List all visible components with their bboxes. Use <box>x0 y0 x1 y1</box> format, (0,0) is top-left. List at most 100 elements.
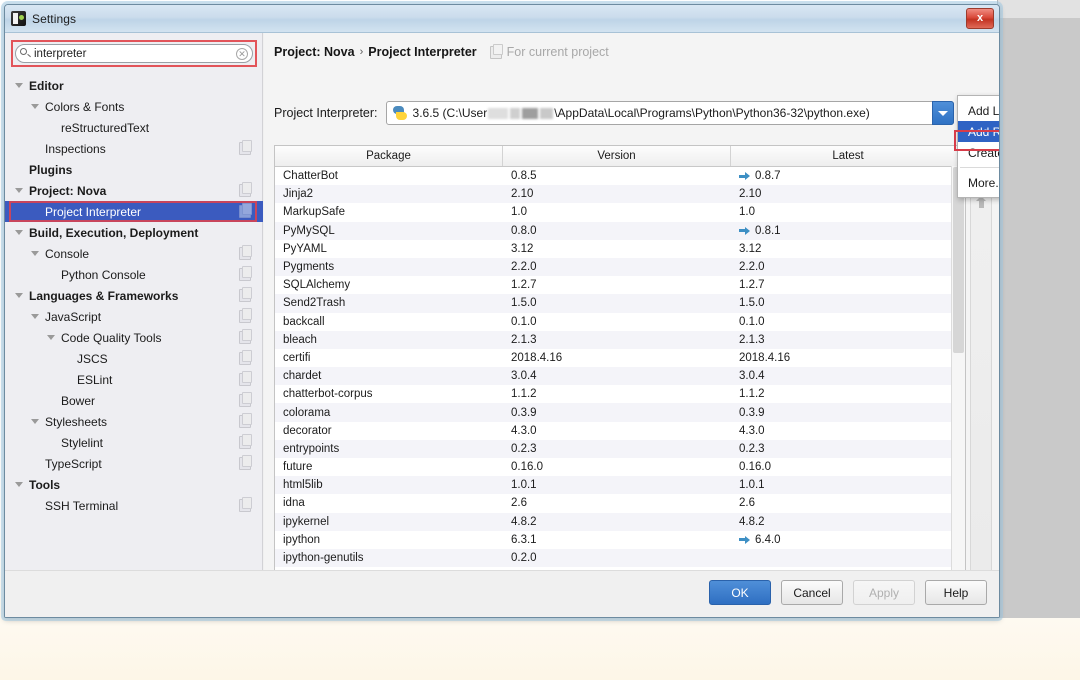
table-row[interactable]: ChatterBot 0.8.5 0.8.7 <box>275 167 965 185</box>
menu-item-more[interactable]: More... <box>958 172 999 193</box>
sidebar-item-languages-frameworks[interactable]: Languages & Frameworks <box>5 285 263 306</box>
sidebar-item-eslint[interactable]: ESLint <box>5 369 263 390</box>
sidebar-item-colors-fonts[interactable]: Colors & Fonts <box>5 96 263 117</box>
chevron-down-icon[interactable] <box>31 417 40 426</box>
column-header-version[interactable]: Version <box>503 146 731 166</box>
breadcrumb-parent[interactable]: Project: Nova <box>274 45 355 59</box>
chevron-down-icon[interactable] <box>15 81 24 90</box>
sidebar-item-tools[interactable]: Tools <box>5 474 263 495</box>
table-row[interactable]: Jinja2 2.10 2.10 <box>275 185 965 204</box>
table-row[interactable]: html5lib 1.0.1 1.0.1 <box>275 476 965 495</box>
ok-button[interactable]: OK <box>709 580 771 605</box>
sidebar-item-typescript[interactable]: TypeScript <box>5 453 263 474</box>
table-row[interactable]: certifi 2018.4.16 2018.4.16 <box>275 349 965 367</box>
clear-icon[interactable]: ✕ <box>236 47 248 60</box>
table-row[interactable]: ipykernel 4.8.2 4.8.2 <box>275 512 965 531</box>
help-button[interactable]: Help <box>925 580 987 605</box>
pycharm-icon <box>11 11 26 26</box>
cell-version: 0.3.9 <box>511 406 537 419</box>
table-row[interactable]: bleach 2.1.3 2.1.3 <box>275 330 965 349</box>
copy-icon <box>489 43 503 59</box>
sidebar-item-jscs[interactable]: JSCS <box>5 348 263 369</box>
table-row[interactable]: future 0.16.0 0.16.0 <box>275 458 965 476</box>
main-panel: Project: Nova › Project Interpreter For … <box>264 33 999 617</box>
menu-item-create-virtualenv[interactable]: Create VirtualEnv <box>958 142 999 163</box>
table-row[interactable]: decorator 4.3.0 4.3.0 <box>275 422 965 440</box>
cell-latest: 2.2.0 <box>731 261 965 273</box>
sidebar-item-stylesheets[interactable]: Stylesheets <box>5 411 263 432</box>
cell-latest-text: 0.2.3 <box>739 442 765 455</box>
chevron-down-icon[interactable] <box>31 102 40 111</box>
cell-package: entrypoints <box>283 442 340 455</box>
copy-icon <box>239 245 252 260</box>
chevron-down-icon[interactable] <box>931 101 954 125</box>
sidebar-item-label: Stylelint <box>61 435 104 450</box>
table-row[interactable]: idna 2.6 2.6 <box>275 494 965 512</box>
cell-latest: 0.1.0 <box>731 316 965 328</box>
column-header-package[interactable]: Package <box>275 146 503 166</box>
search-highlight: interpreter ✕ <box>11 40 257 67</box>
search-input-value: interpreter <box>34 47 87 60</box>
table-row[interactable]: chatterbot-corpus 1.1.2 1.1.2 <box>275 385 965 403</box>
table-row[interactable]: ipython 6.3.1 6.4.0 <box>275 531 965 549</box>
sidebar-item-label: SSH Terminal <box>45 498 119 513</box>
sidebar-item-plugins[interactable]: Plugins <box>5 159 263 180</box>
cell-latest: 0.2.3 <box>731 443 965 455</box>
cell-package: backcall <box>283 315 325 328</box>
cell-version: 2018.4.16 <box>511 351 563 364</box>
sidebar-item-python-console[interactable]: Python Console <box>5 264 263 285</box>
table-row[interactable]: Pygments 2.2.0 2.2.0 <box>275 257 965 277</box>
cell-latest: 0.16.0 <box>731 461 965 473</box>
sidebar-item-editor[interactable]: Editor <box>5 75 263 96</box>
table-row[interactable]: chardet 3.0.4 3.0.4 <box>275 367 965 386</box>
sidebar-item-javascript[interactable]: JavaScript <box>5 306 263 327</box>
sidebar-item-restructuredtext[interactable]: reStructuredText <box>5 117 263 138</box>
sidebar-item-code-quality-tools[interactable]: Code Quality Tools <box>5 327 263 348</box>
chevron-down-icon[interactable] <box>15 186 24 195</box>
cell-version: 2.10 <box>511 188 534 201</box>
chevron-down-icon[interactable] <box>15 291 24 300</box>
sidebar-item-project-interpreter[interactable]: Project Interpreter <box>5 201 263 222</box>
cell-package: decorator <box>283 424 332 437</box>
cell-version: 1.2.7 <box>511 279 537 292</box>
cancel-button[interactable]: Cancel <box>781 580 843 605</box>
close-icon[interactable]: x <box>966 8 994 29</box>
table-row[interactable]: backcall 0.1.0 0.1.0 <box>275 313 965 331</box>
table-row[interactable]: PyMySQL 0.8.0 0.8.1 <box>275 221 965 240</box>
copy-icon <box>239 287 252 302</box>
sidebar-item-label: Languages & Frameworks <box>29 288 179 303</box>
table-row[interactable]: entrypoints 0.2.3 0.2.3 <box>275 439 965 458</box>
column-header-latest[interactable]: Latest <box>731 146 965 166</box>
settings-sidebar: interpreter ✕ Editor Colors & Fonts reStru… <box>5 33 263 617</box>
menu-item-add-local[interactable]: Add Local <box>958 100 999 121</box>
sidebar-item-project-nova[interactable]: Project: Nova <box>5 180 263 201</box>
interpreter-combobox[interactable]: 3.6.5 (C:\User \AppData\Local\Programs\P… <box>385 101 954 125</box>
settings-tree: Editor Colors & Fonts reStructuredText Insp… <box>5 75 263 617</box>
chevron-down-icon[interactable] <box>15 228 24 237</box>
menu-item-add-remote[interactable]: Add Remote <box>958 121 999 142</box>
cell-package: colorama <box>283 406 331 419</box>
table-row[interactable]: Send2Trash 1.5.0 1.5.0 <box>275 294 965 313</box>
interpreter-row: Project Interpreter: 3.6.5 (C:\User \App… <box>274 101 954 125</box>
chevron-down-icon[interactable] <box>15 480 24 489</box>
chevron-down-icon[interactable] <box>31 249 40 258</box>
table-row[interactable]: colorama 0.3.9 0.3.9 <box>275 403 965 422</box>
sidebar-item-console[interactable]: Console <box>5 243 263 264</box>
table-row[interactable]: MarkupSafe 1.0 1.0 <box>275 203 965 221</box>
sidebar-item-inspections[interactable]: Inspections <box>5 138 263 159</box>
sidebar-item-bower[interactable]: Bower <box>5 390 263 411</box>
sidebar-item-ssh-terminal[interactable]: SSH Terminal <box>5 495 263 516</box>
table-row[interactable]: SQLAlchemy 1.2.7 1.2.7 <box>275 276 965 294</box>
sidebar-item-stylelint[interactable]: Stylelint <box>5 432 263 453</box>
chevron-down-icon[interactable] <box>47 333 56 342</box>
table-scrollbar[interactable] <box>951 166 965 617</box>
copy-icon <box>239 392 252 407</box>
sidebar-item-label: JavaScript <box>45 309 102 324</box>
table-row[interactable]: ipython-genutils 0.2.0 <box>275 548 965 568</box>
table-row[interactable]: PyYAML 3.12 3.12 <box>275 240 965 258</box>
search-input[interactable]: interpreter ✕ <box>15 44 253 63</box>
cell-package: ipython-genutils <box>283 552 364 565</box>
sidebar-item-build-execution-deployment[interactable]: Build, Execution, Deployment <box>5 222 263 243</box>
chevron-down-icon[interactable] <box>31 312 40 321</box>
